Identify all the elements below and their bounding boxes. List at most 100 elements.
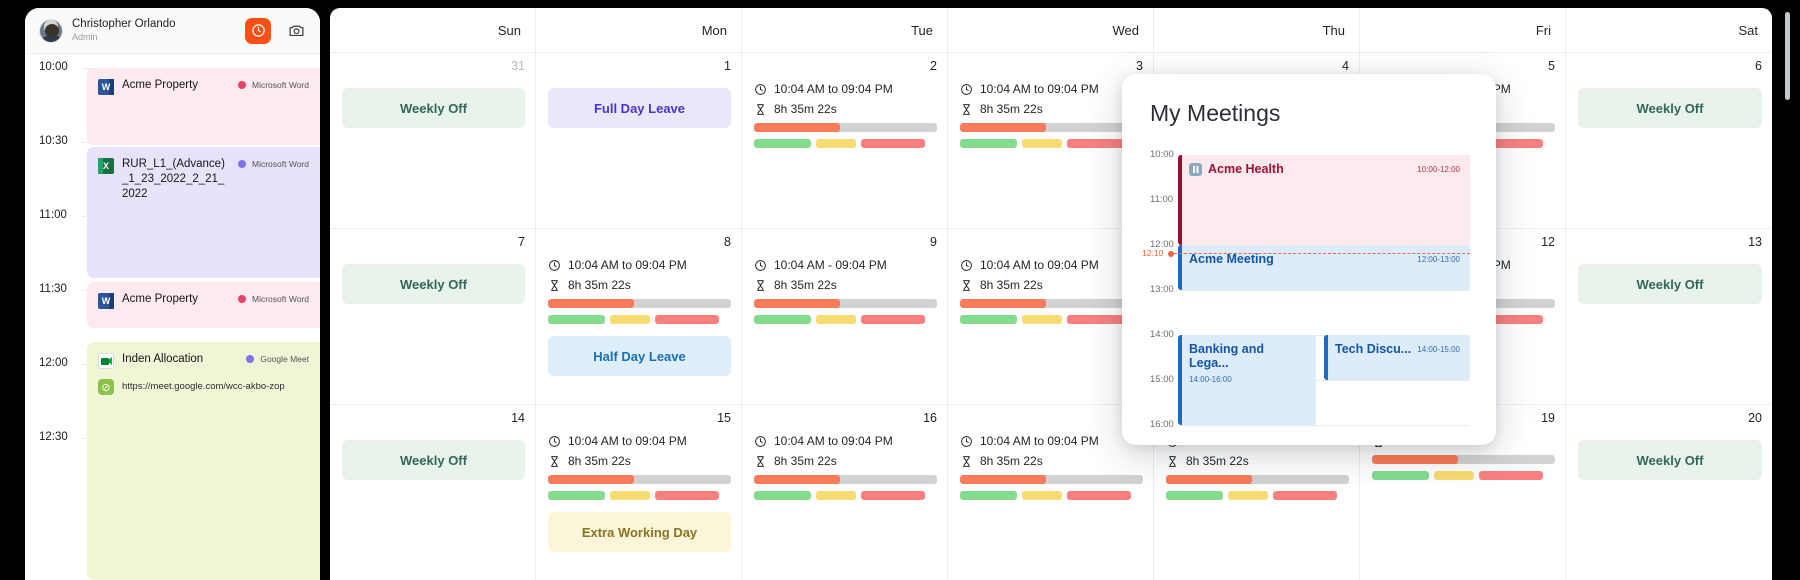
day-status-pill[interactable]: Full Day Leave (548, 88, 731, 128)
segment-neutral (609, 491, 650, 500)
screenshot-camera-button[interactable] (284, 19, 308, 43)
calendar-week-row: 31 Weekly Off 1 Full Day Leave 2 10:04 AM to … (330, 53, 1772, 229)
app-color-dot (238, 295, 246, 303)
day-status-pill[interactable]: Weekly Off (1578, 264, 1762, 304)
timeline-event-title: Inden Allocation (122, 353, 204, 365)
duration-text: 8h 35m 22s (980, 454, 1043, 468)
time-range-text: 10:04 AM to 09:04 PM (774, 434, 893, 448)
timeline-hour-label: 11:30 (39, 283, 67, 295)
calendar-day-cell[interactable]: 31 Weekly Off (330, 53, 536, 228)
meeting-block[interactable]: Acme Meeting 12:00-13:00 (1178, 245, 1470, 290)
user-identity: Christopher Orlando Admin (72, 18, 236, 43)
camera-icon (289, 25, 303, 37)
timeline-hour-label: 10:00 (39, 61, 68, 73)
clock-icon (251, 24, 265, 37)
timeline-event[interactable]: Acme Property Microsoft Word (87, 282, 320, 328)
time-range-text: 10:04 AM to 09:04 PM (980, 258, 1099, 272)
calendar-date-number: 17 (960, 411, 1143, 426)
clock-icon (755, 83, 766, 95)
duration-text: 8h 35m 22s (774, 102, 837, 116)
timeline-event[interactable]: Inden Allocation Google Meet https://mee… (87, 342, 320, 580)
calendar-day-cell[interactable]: 16 10:04 AM to 09:04 PM 8h 35m 22s (742, 405, 948, 580)
calendar-date-number: 3 (1136, 59, 1143, 73)
attendance-time-range: 10:04 AM to 09:04 PM (960, 258, 1143, 272)
worked-hours-bar (1166, 475, 1349, 484)
worked-hours-bar (960, 299, 1143, 308)
duration-text: 8h 35m 22s (980, 278, 1043, 292)
calendar-day-cell[interactable]: 13 Weekly Off (1566, 229, 1772, 404)
time-range-text: 10:04 AM to 09:04 PM (774, 82, 893, 96)
attendance-duration: 8h 35m 22s (960, 278, 1143, 292)
day-status-pill[interactable]: Half Day Leave (548, 336, 731, 376)
worked-hours-fill (548, 299, 634, 308)
meeting-link[interactable]: https://meet.google.com/wcc-akbo-zop (122, 381, 285, 392)
clock-icon (961, 259, 972, 271)
calendar-day-cell[interactable]: 15 10:04 AM to 09:04 PM 8h 35m 22s Extra Wo… (536, 405, 742, 580)
activity-segments (1372, 471, 1555, 480)
worked-hours-bar (754, 475, 937, 484)
clock-icon (961, 435, 972, 447)
calendar-date-number: 16 (923, 411, 937, 425)
segment-neutral (1021, 315, 1062, 324)
day-status-pill[interactable]: Weekly Off (1578, 440, 1762, 480)
calendar-day-cell[interactable]: 8 10:04 AM to 09:04 PM 8h 35m 22s Half Day … (536, 229, 742, 404)
meetings-hour-label: 15:00 (1150, 374, 1174, 385)
avatar (39, 18, 63, 43)
timeline-hour-label: 11:00 (39, 209, 67, 221)
worked-hours-bar (960, 475, 1143, 484)
calendar-date-number: 15 (717, 411, 731, 425)
hourglass-icon (757, 279, 764, 291)
segment-productive (1372, 471, 1429, 480)
calendar-day-cell[interactable]: 6 Weekly Off (1566, 53, 1772, 228)
calendar-week-row: 7 Weekly Off 8 10:04 AM to 09:04 PM 8h 35m 2… (330, 229, 1772, 405)
my-meetings-time-grid: 10:00 11:00 12:00 13:00 14:00 15:00 16:0… (1122, 145, 1496, 435)
meeting-block[interactable]: Tech Discu... 14:00-15:00 (1324, 335, 1470, 380)
attendance-duration: 8h 35m 22s (1166, 454, 1349, 468)
timeline-event[interactable]: Acme Property Microsoft Word (87, 68, 320, 145)
worked-hours-fill (960, 123, 1046, 132)
timeline-event[interactable]: RUR_L1_(Advance)_1_23_2022_2_21_2022 Mic… (87, 147, 320, 278)
calendar-day-cell[interactable]: 14 Weekly Off (330, 405, 536, 580)
page-scrollbar[interactable] (1785, 12, 1790, 100)
worked-hours-bar (1372, 455, 1555, 464)
segment-unproductive (860, 491, 926, 500)
calendar-day-cell[interactable]: 7 Weekly Off (330, 229, 536, 404)
day-status-pill[interactable]: Extra Working Day (548, 512, 731, 552)
calendar-day-cell[interactable]: 2 10:04 AM to 09:04 PM 8h 35m 22s (742, 53, 948, 228)
link-icon (98, 379, 114, 395)
calendar-day-cell[interactable]: 9 10:04 AM - 09:04 PM 8h 35m 22s (742, 229, 948, 404)
clock-timer-button[interactable] (245, 17, 271, 44)
calendar-date-number: 4 (1342, 59, 1349, 73)
duration-text: 8h 35m 22s (774, 278, 837, 292)
calendar-date-number: 31 (511, 59, 525, 73)
segment-productive (1166, 491, 1223, 500)
meetings-hour-label: 11:00 (1150, 194, 1174, 205)
my-meetings-popup[interactable]: My Meetings 10:00 11:00 12:00 13:00 14:0… (1122, 74, 1496, 445)
day-status-pill[interactable]: Weekly Off (342, 264, 525, 304)
worked-hours-bar (754, 123, 937, 132)
meetings-hour-row: 16:00 (1122, 419, 1496, 430)
day-header-sat: Sat (1738, 22, 1758, 38)
day-status-pill[interactable]: Weekly Off (342, 440, 525, 480)
calendar-date-number: 6 (1755, 59, 1762, 73)
meetings-hour-label: 13:00 (1150, 284, 1174, 295)
activity-segments (960, 139, 1143, 148)
day-status-pill[interactable]: Weekly Off (1578, 88, 1762, 128)
calendar-day-cell[interactable]: 20 Weekly Off (1566, 405, 1772, 580)
worked-hours-fill (1372, 455, 1458, 464)
worked-hours-fill (548, 475, 634, 484)
meeting-block[interactable]: Banking and Lega... 14:00-16:00 (1178, 335, 1316, 425)
meeting-block[interactable]: Acme Health 10:00-12:00 (1178, 155, 1470, 245)
day-status-pill[interactable]: Weekly Off (342, 88, 525, 128)
calendar-day-cell[interactable]: 1 Full Day Leave (536, 53, 742, 228)
clock-icon (755, 435, 766, 447)
timeline-hour-label: 10:30 (39, 135, 68, 147)
day-timeline: 10:00 10:30 11:00 11:30 12:00 12:30 Ac (25, 54, 320, 580)
segment-unproductive (1272, 491, 1338, 500)
segment-neutral (1227, 491, 1268, 500)
current-time-indicator: 12:10 (1142, 248, 1470, 258)
segment-neutral (815, 139, 856, 148)
calendar-date-number: 7 (518, 235, 525, 249)
meeting-time: 10:00-12:00 (1417, 164, 1460, 174)
segment-neutral (609, 315, 650, 324)
